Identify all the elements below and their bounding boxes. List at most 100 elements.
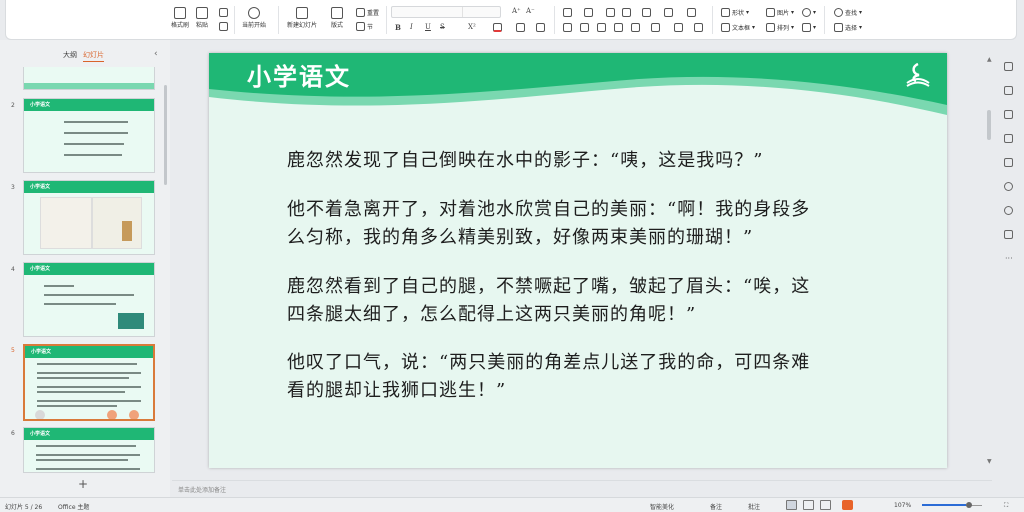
- select-button[interactable]: 选择 ▾: [834, 23, 862, 32]
- bullets-button[interactable]: [563, 8, 572, 17]
- animation-icon[interactable]: [107, 410, 117, 419]
- slide-canvas[interactable]: 小学语文 鹿忽然发现了自己倒映在水中的影子：“咦，这是我吗？” 他不着急离开了，…: [209, 53, 947, 468]
- fill-button[interactable]: ▾: [802, 8, 816, 17]
- slide-thumbnail-4[interactable]: 小学语文: [23, 262, 155, 337]
- columns-icon: [687, 8, 696, 17]
- format-painter-button[interactable]: 格式刷: [171, 7, 189, 29]
- slide-thumbnail-2[interactable]: 小学语文: [23, 98, 155, 173]
- cut-button[interactable]: [219, 8, 228, 17]
- tab-outline[interactable]: 大纲: [63, 50, 77, 60]
- find-button[interactable]: 查找 ▾: [834, 8, 862, 17]
- indent-decrease-button[interactable]: [606, 8, 615, 17]
- highlight-button[interactable]: [516, 23, 525, 32]
- panel-scrollbar[interactable]: [164, 85, 167, 185]
- smart-art-button[interactable]: [674, 23, 683, 32]
- transition-icon[interactable]: [1004, 158, 1013, 167]
- font-name-select[interactable]: [391, 6, 501, 18]
- more-icon[interactable]: ···: [1005, 254, 1020, 263]
- fill-icon: [802, 8, 811, 17]
- divider: [712, 6, 713, 34]
- layout-button[interactable]: 版式: [331, 7, 343, 29]
- notes-area[interactable]: 单击此处添加备注: [172, 480, 992, 497]
- section-button[interactable]: 节: [356, 22, 373, 31]
- slide-number: 2: [11, 102, 15, 109]
- textbox-button[interactable]: 文本框 ▾: [721, 23, 755, 32]
- slide-number: 3: [11, 184, 15, 191]
- comments-toggle[interactable]: 批注: [748, 502, 760, 511]
- scroll-up-icon[interactable]: ▲: [987, 56, 992, 63]
- add-icon[interactable]: [129, 410, 139, 419]
- main-scrollbar[interactable]: [987, 110, 991, 140]
- share-icon[interactable]: [1004, 230, 1013, 239]
- theme-name[interactable]: Office 主题: [58, 502, 89, 511]
- distribute-button[interactable]: [631, 23, 640, 32]
- zoom-level[interactable]: 107%: [894, 502, 911, 509]
- slide-thumbnail-1[interactable]: [23, 67, 155, 90]
- justify-icon: [614, 23, 623, 32]
- adjust-icon[interactable]: [1004, 62, 1013, 71]
- smart-beautify-button[interactable]: 智能美化: [650, 502, 674, 511]
- design-icon[interactable]: [1004, 134, 1013, 143]
- vertical-align-button[interactable]: [651, 23, 660, 32]
- superscript-button[interactable]: X²: [468, 23, 476, 31]
- scroll-down-icon[interactable]: ▼: [987, 458, 992, 465]
- slide-thumbnail-3[interactable]: 小学语文: [23, 180, 155, 255]
- align-right-button[interactable]: [597, 23, 606, 32]
- align-right-icon: [597, 23, 606, 32]
- paragraph-2[interactable]: 他不着急离开了，对着池水欣赏自己的美丽：“啊！我的身段多 么匀称，我的角多么精美…: [287, 196, 810, 252]
- slide-thumbnail-6[interactable]: 小学语文: [23, 427, 155, 473]
- italic-button[interactable]: I: [410, 23, 413, 31]
- text-effect-button[interactable]: [694, 23, 703, 32]
- align-center-button[interactable]: [580, 23, 589, 32]
- justify-button[interactable]: [614, 23, 623, 32]
- tab-slides[interactable]: 幻灯片: [83, 50, 104, 62]
- bold-button[interactable]: B: [395, 23, 401, 32]
- paragraph-1[interactable]: 鹿忽然发现了自己倒映在水中的影子：“咦，这是我吗？”: [287, 147, 763, 175]
- slide-thumbnail-5[interactable]: 小学语文: [23, 344, 155, 421]
- reset-button[interactable]: 重置: [356, 8, 379, 17]
- animation-icon[interactable]: [1004, 86, 1013, 95]
- paragraph-4[interactable]: 他叹了口气，说：“两只美丽的角差点儿送了我的命，可四条难 看的腿却让我狮口逃生！…: [287, 349, 810, 405]
- font-size-up-button[interactable]: A⁺: [512, 7, 521, 15]
- highlight-icon: [516, 23, 525, 32]
- shape-button[interactable]: 形状 ▾: [721, 8, 749, 17]
- columns-button[interactable]: [687, 8, 696, 17]
- text-direction-button[interactable]: [664, 8, 673, 17]
- distribute-icon: [631, 23, 640, 32]
- picture-button[interactable]: 图片 ▾: [766, 8, 794, 17]
- underline-button[interactable]: U: [425, 23, 431, 31]
- new-slide-button[interactable]: 新建幻灯片: [287, 7, 317, 29]
- indent-increase-button[interactable]: [622, 8, 631, 17]
- play-icon[interactable]: [35, 410, 45, 419]
- bullets-icon: [563, 8, 572, 17]
- outline-button[interactable]: ▾: [802, 23, 816, 32]
- zoom-slider-handle[interactable]: [966, 502, 972, 508]
- layout-icon: [331, 7, 343, 19]
- slideshow-button[interactable]: [842, 500, 853, 510]
- line-spacing-button[interactable]: [642, 8, 651, 17]
- strikethrough-button[interactable]: S: [440, 23, 445, 31]
- numbering-button[interactable]: [584, 8, 593, 17]
- paste-button[interactable]: 粘贴: [196, 7, 208, 29]
- fit-to-window-icon[interactable]: ⛶: [1004, 502, 1008, 510]
- settings-icon[interactable]: [1004, 182, 1013, 191]
- char-spacing-button[interactable]: [536, 23, 545, 32]
- font-color-button[interactable]: [493, 23, 502, 32]
- slide-title[interactable]: 小学语文: [247, 57, 351, 92]
- copy-button[interactable]: [219, 22, 228, 31]
- add-slide-button[interactable]: +: [78, 477, 88, 491]
- slide-sorter-button[interactable]: [803, 500, 814, 510]
- reading-view-button[interactable]: [820, 500, 831, 510]
- help-icon[interactable]: [1004, 206, 1013, 215]
- school-logo-icon: [906, 62, 930, 87]
- font-size-down-button[interactable]: A⁻: [526, 7, 535, 15]
- align-left-button[interactable]: [563, 23, 572, 32]
- collapse-panel-icon[interactable]: ‹: [154, 49, 158, 59]
- paragraph-3[interactable]: 鹿忽然看到了自己的腿，不禁噘起了嘴，皱起了眉头：“唉，这 四条腿太细了，怎么配得…: [287, 273, 810, 329]
- notes-toggle[interactable]: 备注: [710, 502, 722, 511]
- classroom-picture: [118, 313, 144, 329]
- start-from-current-button[interactable]: 当前开始: [242, 7, 266, 29]
- arrange-button[interactable]: 排列 ▾: [766, 23, 794, 32]
- normal-view-button[interactable]: [786, 500, 797, 510]
- shape-style-icon[interactable]: [1004, 110, 1013, 119]
